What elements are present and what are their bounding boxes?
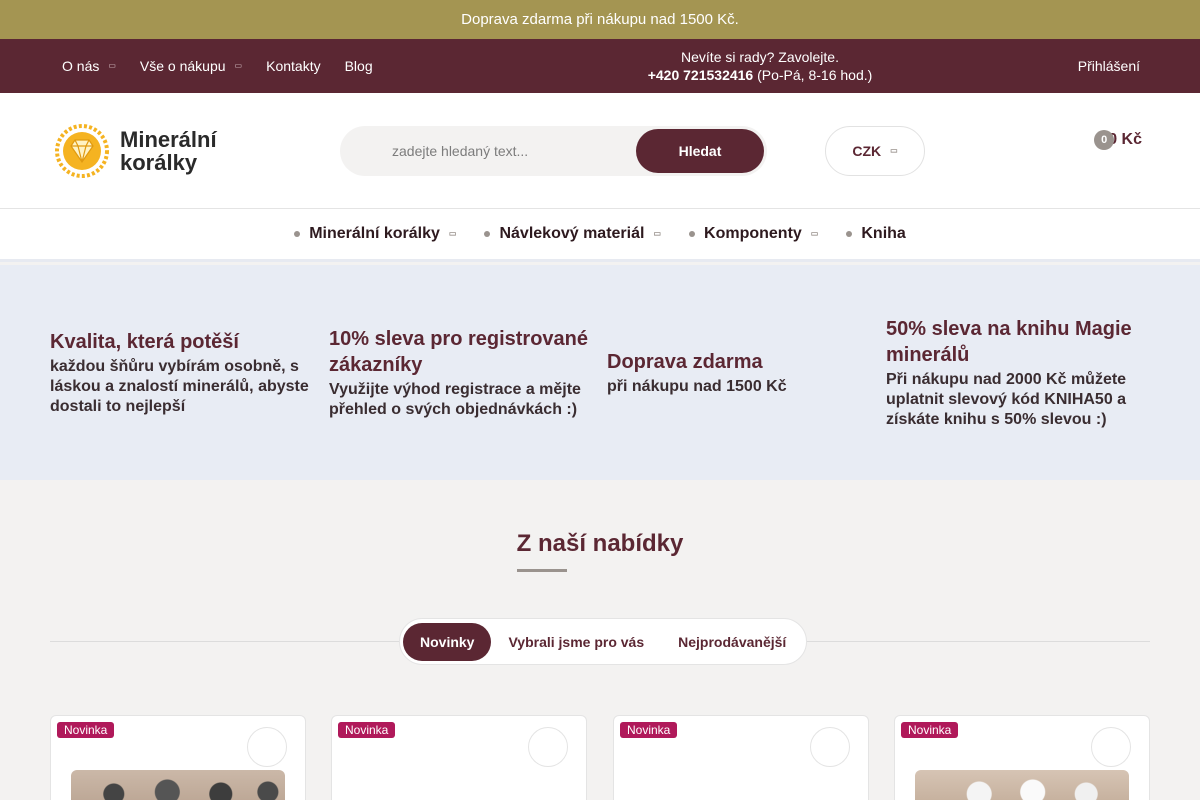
product-card[interactable]: Novinka <box>50 715 306 800</box>
category-navigation: Minerální korálky ▭ Návlekový materiál ▭… <box>0 209 1200 262</box>
search-button[interactable]: Hledat <box>636 129 764 173</box>
benefit-quality: Kvalita, která potěší každou šňůru vybír… <box>50 265 312 480</box>
benefit-description: Při nákupu nad 2000 Kč můžete uplatnit s… <box>886 370 1127 428</box>
tab-vybrali-jsme[interactable]: Vybrali jsme pro vás <box>491 623 661 661</box>
top-actions: Přihlášení <box>1044 39 1140 93</box>
promo-text: Doprava zdarma při nákupu nad 1500 Kč. <box>461 11 739 28</box>
heart-icon[interactable] <box>247 727 287 767</box>
category-components[interactable]: Komponenty ▭ <box>689 225 818 243</box>
phone-hours: (Po-Pá, 8-16 hod.) <box>757 67 873 83</box>
chevron-down-icon: ▭ <box>890 146 898 155</box>
category-label: Návlekový materiál <box>499 225 645 242</box>
benefit-description: každou šňůru vybírám osobně, s láskou a … <box>50 357 309 415</box>
heart-icon[interactable] <box>1091 727 1131 767</box>
category-threading-material[interactable]: Návlekový materiál ▭ <box>484 225 661 243</box>
bullet-icon <box>689 231 696 237</box>
benefit-free-shipping: Doprava zdarma při nákupu nad 1500 Kč <box>607 265 869 480</box>
product-card[interactable]: Novinka <box>894 715 1150 800</box>
category-label: Komponenty <box>704 225 802 242</box>
login-label: Přihlášení <box>1077 58 1140 74</box>
category-book[interactable]: Kniha <box>846 225 906 243</box>
benefit-title: Doprava zdarma <box>607 350 763 373</box>
benefits-band: Kvalita, která potěší každou šňůru vybír… <box>0 265 1200 480</box>
bullet-icon <box>484 231 491 237</box>
new-badge: Novinka <box>338 722 396 738</box>
chevron-down-icon: ▭ <box>448 229 457 238</box>
logo-text: Minerální korálky <box>120 128 217 174</box>
benefit-description: Využijte výhod registrace a mějte přehle… <box>329 380 581 418</box>
gem-logo-icon <box>55 124 109 178</box>
benefit-description: při nákupu nad 1500 Kč <box>607 377 787 395</box>
bullet-icon <box>846 231 853 237</box>
chevron-down-icon: ▭ <box>108 61 116 70</box>
logo-line-1: Minerální <box>120 127 217 152</box>
phone-number[interactable]: +420 721532416 <box>648 67 754 83</box>
top-link-label: Kontakty <box>266 58 321 74</box>
category-mineral-beads[interactable]: Minerální korálky ▭ <box>294 225 456 243</box>
benefit-registration-discount: 10% sleva pro registrované zákazníky Vyu… <box>329 265 591 480</box>
heart-icon[interactable] <box>528 727 568 767</box>
tab-nejprodavanejsi[interactable]: Nejprodávanější <box>661 623 803 661</box>
product-card[interactable]: Novinka <box>613 715 869 800</box>
benefit-title: 50% sleva na knihu Magie minerálů <box>886 317 1132 366</box>
product-image[interactable] <box>915 770 1129 800</box>
phone-line: +420 721532416 (Po-Pá, 8-16 hod.) <box>520 66 1000 84</box>
product-image[interactable] <box>71 770 285 800</box>
new-badge: Novinka <box>901 722 959 738</box>
currency-select[interactable]: CZK ▭ <box>825 126 925 176</box>
cart-button[interactable]: 0 0 Kč <box>1088 130 1142 150</box>
search-input[interactable] <box>392 140 622 162</box>
top-link-label: Blog <box>344 58 373 74</box>
bullet-icon <box>294 231 301 237</box>
category-label: Kniha <box>861 225 906 242</box>
top-link-blog[interactable]: Blog <box>345 58 373 74</box>
help-line: Nevíte si rady? Zavolejte. <box>681 49 839 65</box>
benefit-book-discount: 50% sleva na knihu Magie minerálů Při ná… <box>886 265 1148 480</box>
tab-novinky[interactable]: Novinky <box>403 622 492 661</box>
product-card[interactable]: Novinka <box>331 715 587 800</box>
chevron-down-icon: ▭ <box>810 229 819 238</box>
promo-bar: Doprava zdarma při nákupu nad 1500 Kč. <box>0 0 1200 39</box>
login-link[interactable]: Přihlášení <box>1072 58 1140 74</box>
category-label: Minerální korálky <box>309 225 440 242</box>
heart-icon[interactable] <box>810 727 850 767</box>
section-title: Z naší nabídky <box>516 530 684 557</box>
benefit-title: 10% sleva pro registrované zákazníky <box>329 327 589 376</box>
currency-value: CZK <box>852 143 882 159</box>
logo[interactable]: Minerální korálky <box>54 123 217 179</box>
logo-line-2: korálky <box>120 150 198 175</box>
title-underline <box>517 569 567 572</box>
top-links: O nás ▭ Vše o nákupu ▭ Kontakty Blog <box>62 39 397 93</box>
help-contact: Nevíte si rady? Zavolejte. +420 72153241… <box>520 48 1000 84</box>
top-link-label: Vše o nákupu <box>139 58 226 74</box>
search-bar: Hledat <box>340 126 767 176</box>
site-header: Minerální korálky Hledat CZK ▭ 0 0 Kč <box>0 93 1200 209</box>
top-link-label: O nás <box>62 58 100 74</box>
top-link-shopping-info[interactable]: Vše o nákupu ▭ <box>140 58 242 74</box>
new-badge: Novinka <box>57 722 115 738</box>
offer-tabs: Novinky Vybrali jsme pro vás Nejprodávan… <box>399 618 808 665</box>
new-badge: Novinka <box>620 722 678 738</box>
chevron-down-icon: ▭ <box>234 61 243 70</box>
top-navigation: O nás ▭ Vše o nákupu ▭ Kontakty Blog Nev… <box>0 39 1200 93</box>
benefit-title: Kvalita, která potěší <box>50 330 239 353</box>
top-link-about[interactable]: O nás ▭ <box>62 58 116 74</box>
top-link-contacts[interactable]: Kontakty <box>266 58 320 74</box>
chevron-down-icon: ▭ <box>653 229 662 238</box>
